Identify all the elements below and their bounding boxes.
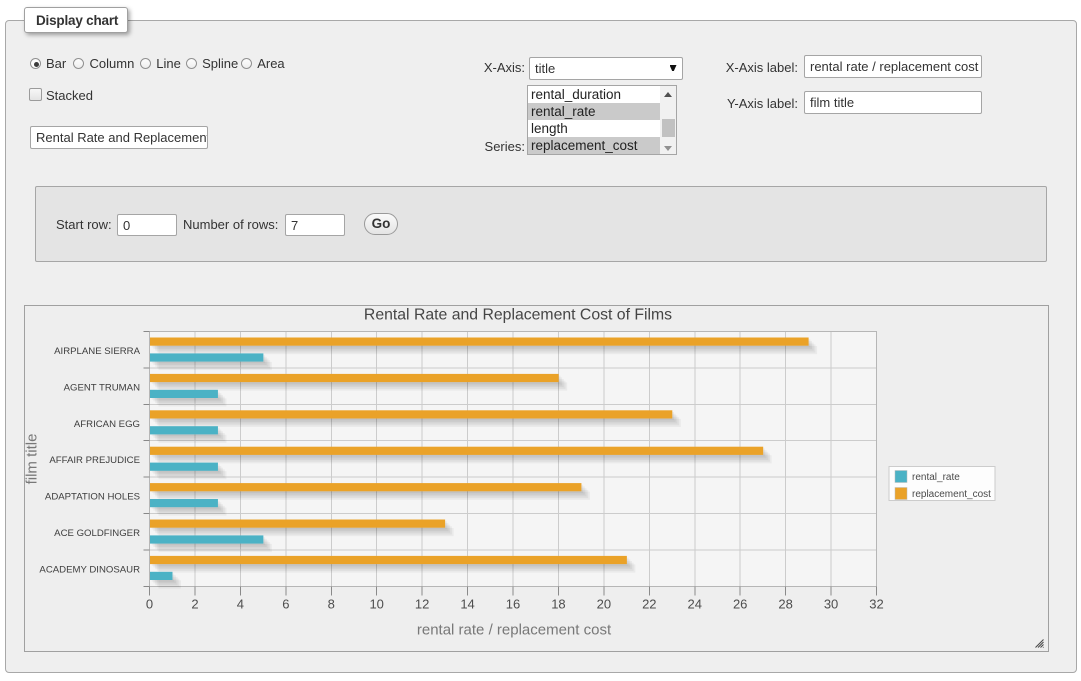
svg-text:replacement_cost: replacement_cost [912,489,991,500]
svg-text:4: 4 [237,597,244,612]
svg-text:AGENT TRUMAN: AGENT TRUMAN [64,382,140,393]
svg-text:18: 18 [551,597,565,612]
svg-text:12: 12 [415,597,429,612]
svg-text:8: 8 [328,597,335,612]
svg-text:0: 0 [146,597,153,612]
svg-text:AFRICAN EGG: AFRICAN EGG [74,419,140,430]
svg-text:24: 24 [688,597,702,612]
svg-text:6: 6 [282,597,289,612]
svg-text:AIRPLANE SIERRA: AIRPLANE SIERRA [54,346,140,357]
svg-text:ACE GOLDFINGER: ACE GOLDFINGER [54,528,140,539]
svg-text:rental rate / replacement cost: rental rate / replacement cost [417,622,612,639]
svg-text:rental_rate: rental_rate [912,472,960,483]
svg-text:2: 2 [191,597,198,612]
svg-text:film title: film title [24,434,41,485]
svg-text:30: 30 [824,597,838,612]
svg-text:10: 10 [369,597,383,612]
svg-text:ACADEMY DINOSAUR: ACADEMY DINOSAUR [39,564,140,575]
svg-text:Rental Rate and Replacement Co: Rental Rate and Replacement Cost of Film… [364,307,672,324]
svg-text:14: 14 [460,597,474,612]
svg-text:ADAPTATION HOLES: ADAPTATION HOLES [45,492,140,503]
svg-text:26: 26 [733,597,747,612]
svg-text:28: 28 [778,597,792,612]
svg-text:22: 22 [642,597,656,612]
svg-text:16: 16 [506,597,520,612]
svg-text:20: 20 [597,597,611,612]
svg-text:32: 32 [869,597,883,612]
svg-text:AFFAIR PREJUDICE: AFFAIR PREJUDICE [49,455,140,466]
